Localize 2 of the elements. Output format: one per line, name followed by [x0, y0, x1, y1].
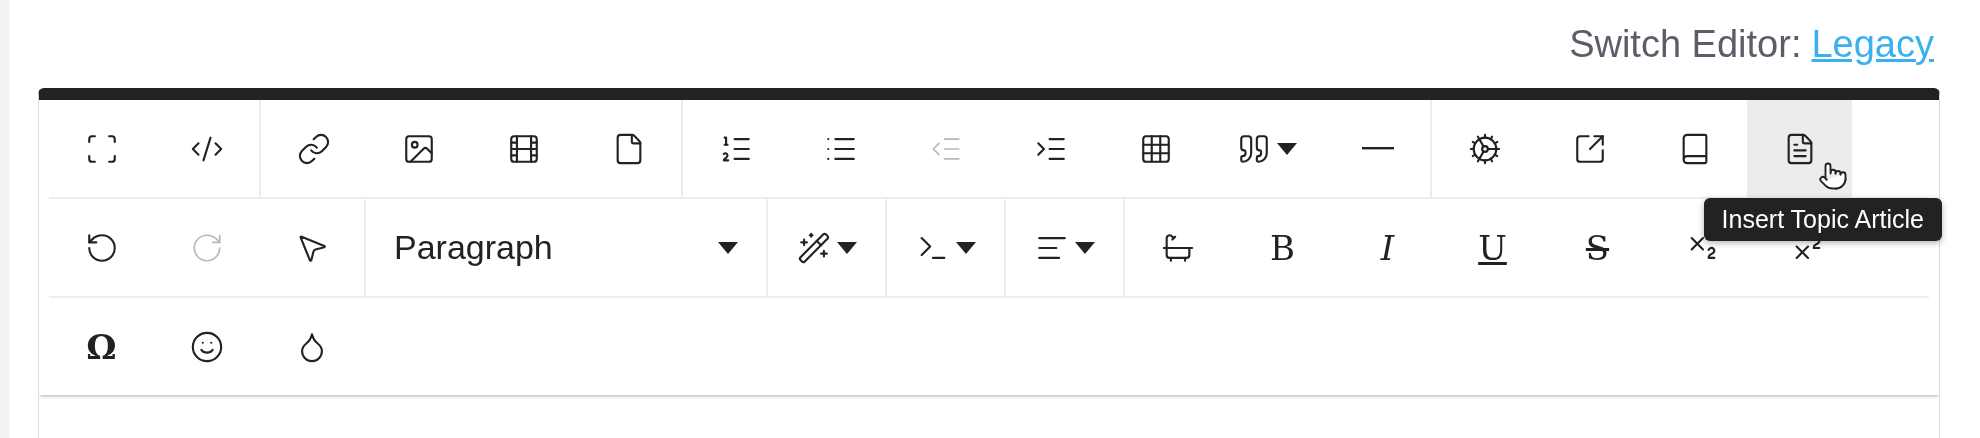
tooltip: Insert Topic Article [1703, 198, 1942, 241]
switch-editor-label: Switch Editor: [1569, 22, 1802, 66]
